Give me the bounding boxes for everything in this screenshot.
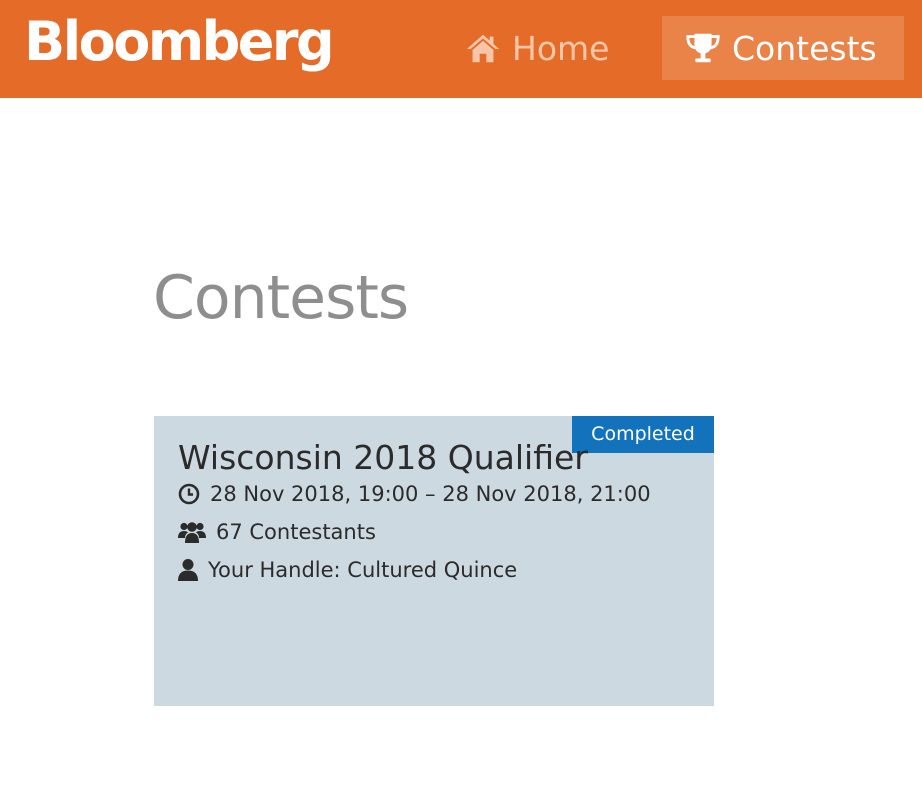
handle-row: Your Handle: Cultured Quince	[178, 555, 517, 585]
user-icon	[178, 557, 198, 583]
status-badge: Completed	[572, 416, 714, 453]
nav-item-contests-label: Contests	[732, 28, 877, 68]
home-icon	[464, 29, 502, 67]
contest-time: 28 Nov 2018, 19:00 – 28 Nov 2018, 21:00	[210, 482, 651, 506]
trophy-icon	[684, 29, 722, 67]
nav-item-contests[interactable]: Contests	[662, 16, 904, 80]
user-handle: Your Handle: Cultured Quince	[208, 558, 518, 582]
page-title: Contests	[153, 263, 409, 333]
top-navbar: Bloomberg Home Contests	[0, 0, 922, 98]
contest-time-row: 28 Nov 2018, 19:00 – 28 Nov 2018, 21:00	[178, 479, 651, 509]
nav-item-home-label: Home	[512, 28, 610, 68]
clock-icon	[178, 481, 200, 507]
contest-title[interactable]: Wisconsin 2018 Qualifier	[178, 434, 588, 482]
nav-item-home[interactable]: Home	[464, 16, 609, 80]
brand-logo[interactable]: Bloomberg	[24, 2, 335, 82]
contestants-row: 67 Contestants	[178, 517, 376, 547]
contestant-count: 67 Contestants	[216, 520, 376, 544]
users-icon	[178, 519, 206, 545]
